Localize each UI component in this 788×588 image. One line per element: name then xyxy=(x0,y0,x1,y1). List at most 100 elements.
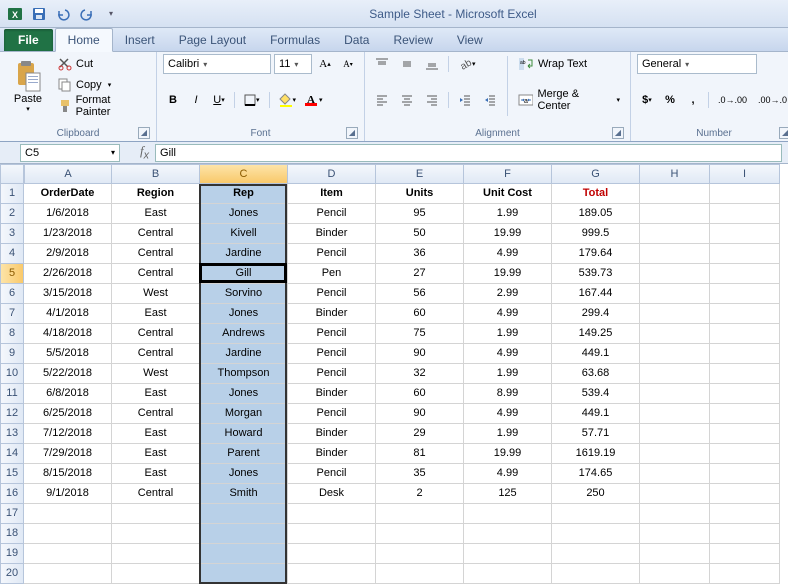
cell[interactable]: East xyxy=(112,444,200,464)
cell[interactable] xyxy=(710,284,780,304)
cell[interactable]: 5/5/2018 xyxy=(24,344,112,364)
cell[interactable] xyxy=(710,184,780,204)
cell[interactable]: 1.99 xyxy=(464,324,552,344)
cell[interactable]: 36 xyxy=(376,244,464,264)
cell[interactable]: Sorvino xyxy=(200,284,288,304)
tab-page-layout[interactable]: Page Layout xyxy=(167,29,258,51)
cell[interactable]: Pencil xyxy=(288,284,376,304)
col-header-D[interactable]: D xyxy=(288,164,376,184)
cell[interactable]: 8/15/2018 xyxy=(24,464,112,484)
cell[interactable]: Central xyxy=(112,404,200,424)
increase-indent-button[interactable] xyxy=(479,90,501,110)
cell[interactable] xyxy=(376,524,464,544)
cell[interactable] xyxy=(24,544,112,564)
cell[interactable] xyxy=(640,524,710,544)
comma-button[interactable]: , xyxy=(683,90,703,110)
cell[interactable] xyxy=(464,524,552,544)
cell[interactable] xyxy=(288,524,376,544)
cell[interactable] xyxy=(710,404,780,424)
cell[interactable]: West xyxy=(112,284,200,304)
cell[interactable]: 57.71 xyxy=(552,424,640,444)
cell[interactable] xyxy=(112,564,200,584)
cell[interactable] xyxy=(552,544,640,564)
cell[interactable]: 4.99 xyxy=(464,244,552,264)
row-header[interactable]: 15 xyxy=(0,464,24,484)
cell[interactable] xyxy=(640,544,710,564)
cell[interactable]: Jones xyxy=(200,464,288,484)
cell[interactable]: 60 xyxy=(376,384,464,404)
cell[interactable] xyxy=(710,204,780,224)
row-header[interactable]: 8 xyxy=(0,324,24,344)
row-header[interactable]: 18 xyxy=(0,524,24,544)
cell[interactable]: 19.99 xyxy=(464,264,552,284)
cell[interactable] xyxy=(112,524,200,544)
row-header[interactable]: 14 xyxy=(0,444,24,464)
accounting-format-button[interactable]: $▾ xyxy=(637,90,657,110)
cell[interactable] xyxy=(288,504,376,524)
cell[interactable]: 7/12/2018 xyxy=(24,424,112,444)
cell[interactable]: Pencil xyxy=(288,244,376,264)
cell[interactable] xyxy=(640,204,710,224)
fill-color-button[interactable]: ▾ xyxy=(275,90,301,110)
select-all-corner[interactable] xyxy=(0,164,24,184)
cell[interactable]: 2/9/2018 xyxy=(24,244,112,264)
cell[interactable]: Central xyxy=(112,224,200,244)
cell[interactable]: Parent xyxy=(200,444,288,464)
cell[interactable] xyxy=(288,564,376,584)
cell[interactable] xyxy=(640,424,710,444)
row-header[interactable]: 17 xyxy=(0,504,24,524)
underline-button[interactable]: U▾ xyxy=(209,90,229,110)
cell[interactable] xyxy=(710,384,780,404)
tab-file[interactable]: File xyxy=(4,29,53,51)
cut-button[interactable]: Cut xyxy=(54,54,150,74)
tab-review[interactable]: Review xyxy=(381,29,444,51)
cell[interactable] xyxy=(24,524,112,544)
cell[interactable]: 6/8/2018 xyxy=(24,384,112,404)
cell[interactable] xyxy=(640,484,710,504)
cell[interactable]: Pencil xyxy=(288,464,376,484)
cell[interactable]: Units xyxy=(376,184,464,204)
cell[interactable]: 4/1/2018 xyxy=(24,304,112,324)
cell[interactable]: Central xyxy=(112,264,200,284)
cell[interactable] xyxy=(200,564,288,584)
cell[interactable] xyxy=(710,344,780,364)
cell[interactable]: 75 xyxy=(376,324,464,344)
cell[interactable]: 539.73 xyxy=(552,264,640,284)
cell[interactable] xyxy=(24,564,112,584)
cell[interactable]: Binder xyxy=(288,444,376,464)
cell[interactable]: 90 xyxy=(376,344,464,364)
tab-view[interactable]: View xyxy=(445,29,495,51)
cell[interactable]: 3/15/2018 xyxy=(24,284,112,304)
row-header[interactable]: 20 xyxy=(0,564,24,584)
cell[interactable]: Central xyxy=(112,324,200,344)
cell[interactable]: East xyxy=(112,384,200,404)
cell[interactable]: 19.99 xyxy=(464,224,552,244)
excel-icon[interactable]: X xyxy=(4,3,26,25)
cell[interactable] xyxy=(710,484,780,504)
cell[interactable]: 5/22/2018 xyxy=(24,364,112,384)
merge-center-button[interactable]: aMerge & Center▾ xyxy=(514,90,624,110)
cell[interactable]: Central xyxy=(112,244,200,264)
cell[interactable] xyxy=(112,544,200,564)
cell[interactable]: 4.99 xyxy=(464,404,552,424)
cell[interactable]: 4.99 xyxy=(464,464,552,484)
cell[interactable]: 125 xyxy=(464,484,552,504)
cell[interactable] xyxy=(552,504,640,524)
cell[interactable]: Binder xyxy=(288,424,376,444)
cell[interactable]: 4.99 xyxy=(464,344,552,364)
cell[interactable] xyxy=(640,444,710,464)
font-dialog-launcher[interactable]: ◢ xyxy=(346,127,358,139)
cell[interactable] xyxy=(640,384,710,404)
row-header[interactable]: 16 xyxy=(0,484,24,504)
italic-button[interactable]: I xyxy=(186,90,206,110)
cell[interactable]: Kivell xyxy=(200,224,288,244)
col-header-F[interactable]: F xyxy=(464,164,552,184)
cell[interactable] xyxy=(464,564,552,584)
cell[interactable]: OrderDate xyxy=(24,184,112,204)
cell[interactable]: 4/18/2018 xyxy=(24,324,112,344)
row-header[interactable]: 12 xyxy=(0,404,24,424)
row-header[interactable]: 3 xyxy=(0,224,24,244)
cell[interactable] xyxy=(710,304,780,324)
cell[interactable]: Binder xyxy=(288,384,376,404)
align-middle-button[interactable] xyxy=(396,54,418,74)
